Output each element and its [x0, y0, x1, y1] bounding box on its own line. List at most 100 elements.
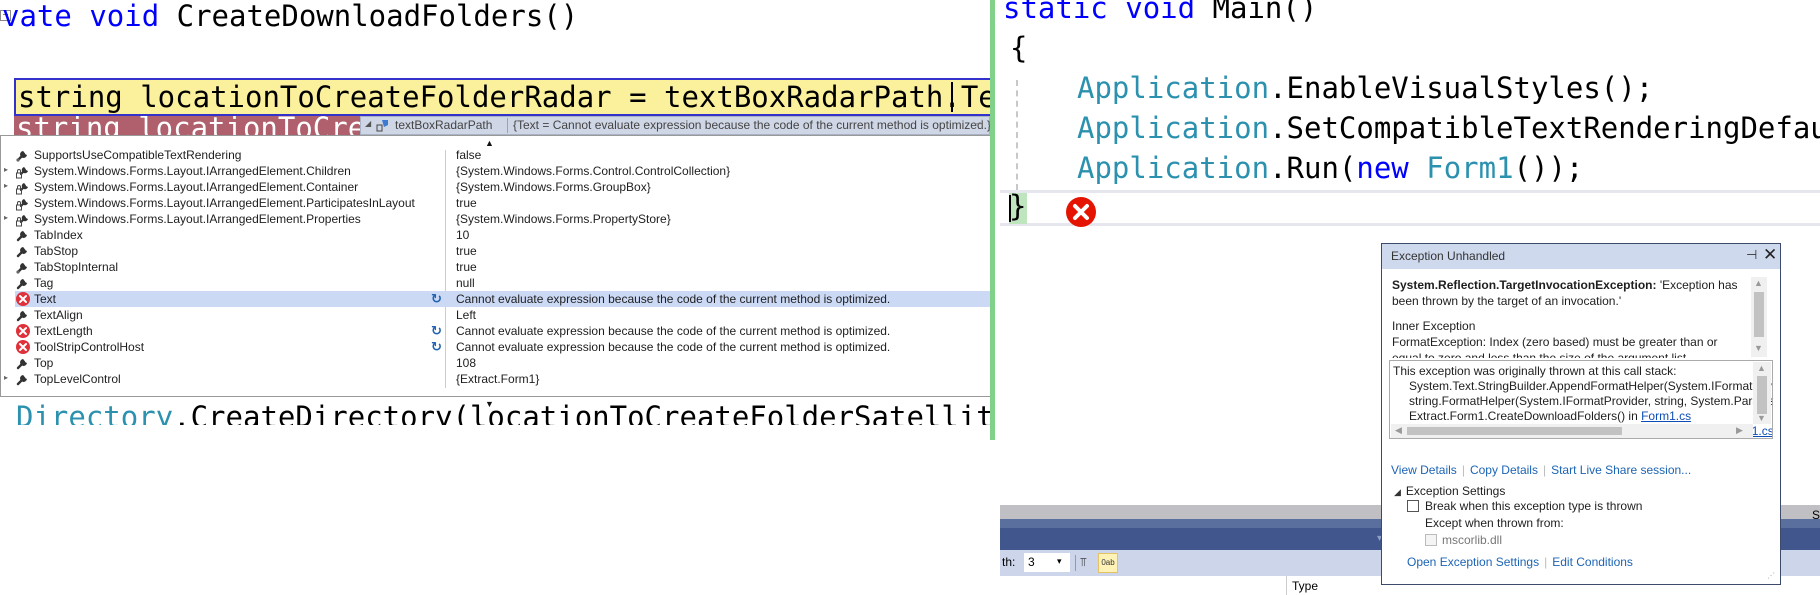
open-brace: { — [1010, 31, 1028, 65]
datatip-row[interactable]: TextLength ↻ Cannot evaluate expression be… — [1, 323, 992, 339]
resize-grip-icon[interactable]: ⋰ — [1767, 571, 1775, 580]
scrollbar-thumb[interactable] — [1407, 427, 1622, 435]
source-file-link[interactable]: Form1.cs — [1641, 409, 1691, 423]
scroll-down-arrow-icon[interactable]: ▼ — [1757, 413, 1766, 423]
pin-icon[interactable]: ⊣ — [1746, 247, 1757, 263]
type-application: Application — [1077, 111, 1270, 145]
call-text: .SetCompatibleTextRenderingDefaul — [1269, 111, 1820, 145]
scroll-right-arrow-icon[interactable]: ▶ — [1736, 425, 1743, 436]
datatip-row[interactable]: TextAlign Left — [1, 307, 992, 323]
message-vertical-scrollbar[interactable]: ▲ ▼ — [1751, 277, 1767, 357]
keyword-void: void — [1125, 0, 1196, 25]
member-value: Cannot evaluate expression because the c… — [456, 324, 891, 338]
member-value: Cannot evaluate expression because the c… — [456, 292, 891, 306]
start-live-share-link[interactable]: Start Live Share session... — [1551, 463, 1691, 477]
current-statement-highlight[interactable]: string locationToCreateFolderRadar = tex… — [14, 78, 992, 116]
type-application: Application — [1077, 71, 1270, 105]
datatip-row[interactable]: TabIndex 10 — [1, 227, 992, 243]
left-code-editor[interactable]: − vate void CreateDownloadFolders() stri… — [0, 0, 992, 430]
member-value: {System.Windows.Forms.Control.ControlCol… — [456, 164, 731, 178]
scrollbar-thumb[interactable] — [1757, 376, 1767, 414]
header-separator — [507, 118, 508, 133]
call-stack-box[interactable]: This exception was originally thrown at … — [1389, 360, 1773, 439]
close-brace: } — [1009, 189, 1027, 223]
datatip-header[interactable]: ◢ textBoxRadarPath {Text = Cannot evalua… — [360, 116, 991, 135]
member-name: System.Windows.Forms.Layout.IArrangedEle… — [34, 212, 361, 226]
pin-filter-icon[interactable]: ⫪ — [1080, 555, 1098, 571]
datatip-members-list[interactable]: ▲ SupportsUseCompatibleTextRendering fals… — [0, 135, 992, 409]
member-name: Tag — [34, 276, 54, 290]
editor-split-divider[interactable] — [990, 0, 995, 440]
stack-horizontal-scrollbar[interactable]: ◀ ▶ — [1391, 424, 1753, 438]
stack-vertical-scrollbar[interactable]: ▲ ▼ — [1753, 362, 1771, 424]
scrollbar-thumb[interactable] — [1754, 292, 1764, 337]
scroll-down-arrow-icon[interactable]: ▼ — [485, 399, 494, 409]
expand-arrow-icon[interactable]: ▸ — [4, 181, 8, 190]
column-header-type[interactable]: Type — [1292, 579, 1318, 593]
break-when-thrown-checkbox[interactable] — [1407, 500, 1419, 512]
member-value: null — [456, 276, 475, 290]
locked-wrench-icon — [15, 211, 31, 227]
datatip-row[interactable]: SupportsUseCompatibleTextRendering false — [1, 147, 992, 163]
search-depth-dropdown[interactable]: 3 ▾ — [1024, 553, 1070, 572]
statement-text: locationToCreateFolderRadar = textBoxRad… — [122, 80, 961, 114]
scroll-down-arrow-icon[interactable]: ▼ — [1754, 343, 1763, 353]
error-icon — [15, 291, 31, 307]
datatip-row[interactable]: ▸ TopLevelControl {Extract.Form1} — [1, 371, 992, 387]
next-statement: string locationToCrea — [16, 116, 374, 136]
datatip-row[interactable]: System.Windows.Forms.Layout.IArrangedEle… — [1, 195, 992, 211]
exception-error-icon[interactable] — [1065, 196, 1097, 228]
datatip-row[interactable]: TabStopInternal true — [1, 259, 992, 275]
hex-display-toggle[interactable]: 0ab — [1098, 553, 1118, 573]
scroll-up-arrow-icon[interactable]: ▲ — [1754, 278, 1763, 288]
text-member[interactable]: Text — [961, 80, 992, 114]
refresh-icon[interactable]: ↻ — [431, 323, 442, 339]
datatip-row[interactable]: Tag null — [1, 275, 992, 291]
current-line-highlight — [1000, 190, 1820, 226]
expand-arrow-icon[interactable]: ▸ — [4, 213, 8, 222]
copy-details-link[interactable]: Copy Details — [1470, 463, 1538, 477]
close-icon[interactable]: ✕ — [1763, 245, 1777, 265]
refresh-icon[interactable]: ↻ — [431, 291, 442, 307]
wrench-icon — [15, 275, 31, 291]
keyword-new: new — [1356, 151, 1409, 185]
datatip-row[interactable]: Text ↻ Cannot evaluate expression because … — [15, 291, 992, 307]
grid-column-separator[interactable] — [1286, 576, 1287, 595]
datatip-row[interactable]: TabStop true — [1, 243, 992, 259]
stack-frame-text: Extract.Form1.CreateDownloadFolders() in — [1409, 409, 1642, 423]
datatip-row[interactable]: ▸ System.Windows.Forms.Layout.IArrangedEl… — [1, 163, 992, 179]
locked-wrench-icon — [15, 163, 31, 179]
expand-arrow-icon[interactable]: ▸ — [4, 165, 8, 174]
edit-conditions-link[interactable]: Edit Conditions — [1552, 555, 1633, 569]
object-field-icon — [376, 120, 388, 132]
member-name: Text — [34, 292, 57, 306]
main-signature-line: static void Main() — [1003, 0, 1317, 28]
keyword-private-partial: vate — [2, 0, 72, 33]
break-when-thrown-label[interactable]: Break when this exception type is thrown — [1425, 499, 1642, 513]
dialog-title-bar[interactable]: Exception Unhandled ⊣ ✕ — [1382, 244, 1780, 269]
stack-frame-text: string.FormatHelper(System.IFormatProvid… — [1409, 394, 1773, 408]
locked-wrench-icon — [15, 195, 31, 211]
member-name: TabStopInternal — [34, 260, 119, 274]
exception-unhandled-dialog: Exception Unhandled ⊣ ✕ System.Reflectio… — [1381, 243, 1781, 585]
view-details-link[interactable]: View Details — [1391, 463, 1457, 477]
scroll-up-arrow-icon[interactable]: ▲ — [1757, 363, 1766, 373]
call-end: ()); — [1513, 151, 1584, 185]
dialog-action-links: View Details | Copy Details | Start Live Sha… — [1391, 463, 1691, 477]
datatip-row[interactable]: ▸ System.Windows.Forms.Layout.IArrangedEl… — [1, 179, 992, 195]
text-caret — [951, 82, 953, 112]
member-name: TabStop — [34, 244, 79, 258]
private-wrench-icon — [15, 259, 31, 275]
datatip-row[interactable]: Top 108 — [1, 355, 992, 371]
wrench-icon — [15, 355, 31, 371]
scroll-left-arrow-icon[interactable]: ◀ — [1395, 425, 1402, 436]
exception-settings-toggle[interactable]: ◢ Exception Settings — [1394, 484, 1505, 498]
open-exception-settings-link[interactable]: Open Exception Settings — [1407, 555, 1539, 569]
expand-arrow-icon[interactable]: ▸ — [4, 373, 8, 382]
collapse-arrow-icon[interactable]: ◢ — [365, 119, 371, 128]
member-name: ToolStripControlHost — [34, 340, 145, 354]
datatip-row[interactable]: ToolStripControlHost ↻ Cannot evaluate exp… — [1, 339, 992, 355]
datatip-row[interactable]: ▸ System.Windows.Forms.Layout.IArrangedEl… — [1, 211, 992, 227]
pin-icon[interactable]: ⊣ — [973, 117, 983, 131]
refresh-icon[interactable]: ↻ — [431, 339, 442, 355]
